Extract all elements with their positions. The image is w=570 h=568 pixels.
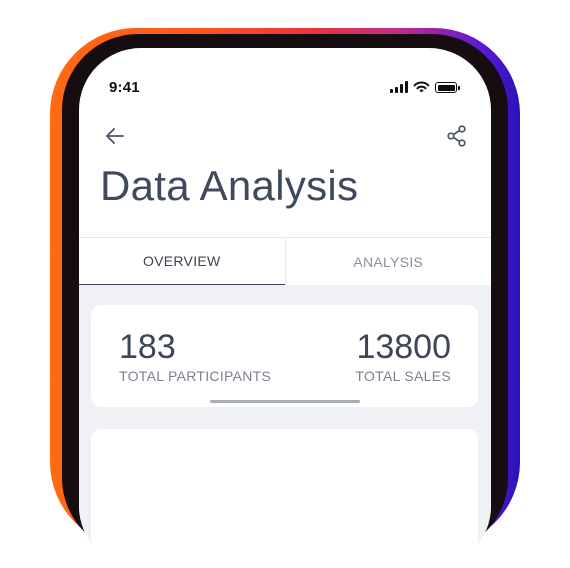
- stats-card: 183 TOTAL PARTICIPANTS 13800 TOTAL SALES: [91, 305, 478, 407]
- battery-icon: [435, 82, 460, 93]
- arrow-left-icon[interactable]: [103, 124, 127, 148]
- tab-bar: OVERVIEW ANALYSIS: [79, 237, 491, 286]
- status-bar: 9:41: [79, 48, 491, 118]
- content-area: 183 TOTAL PARTICIPANTS 13800 TOTAL SALES: [79, 285, 491, 568]
- sales-value: 13800: [356, 328, 451, 366]
- phone-screen: 9:41 Data Analysis OVERVIEW ANALYSIS 183…: [79, 48, 491, 568]
- sales-label: TOTAL SALES: [355, 368, 451, 384]
- status-icons: [390, 79, 460, 93]
- wifi-icon: [413, 81, 430, 93]
- tab-overview[interactable]: OVERVIEW: [79, 238, 285, 286]
- share-icon[interactable]: [445, 124, 469, 148]
- participants-stat: 183 TOTAL PARTICIPANTS: [119, 329, 271, 384]
- page-title: Data Analysis: [100, 162, 359, 209]
- status-time: 9:41: [109, 79, 140, 96]
- tab-analysis[interactable]: ANALYSIS: [284, 238, 491, 286]
- participants-label: TOTAL PARTICIPANTS: [119, 368, 272, 384]
- participants-value: 183: [119, 328, 176, 366]
- scroll-indicator[interactable]: [210, 400, 360, 403]
- secondary-card: [91, 429, 478, 568]
- sales-stat: 13800 TOTAL SALES: [355, 329, 451, 384]
- signal-icon: [390, 81, 408, 93]
